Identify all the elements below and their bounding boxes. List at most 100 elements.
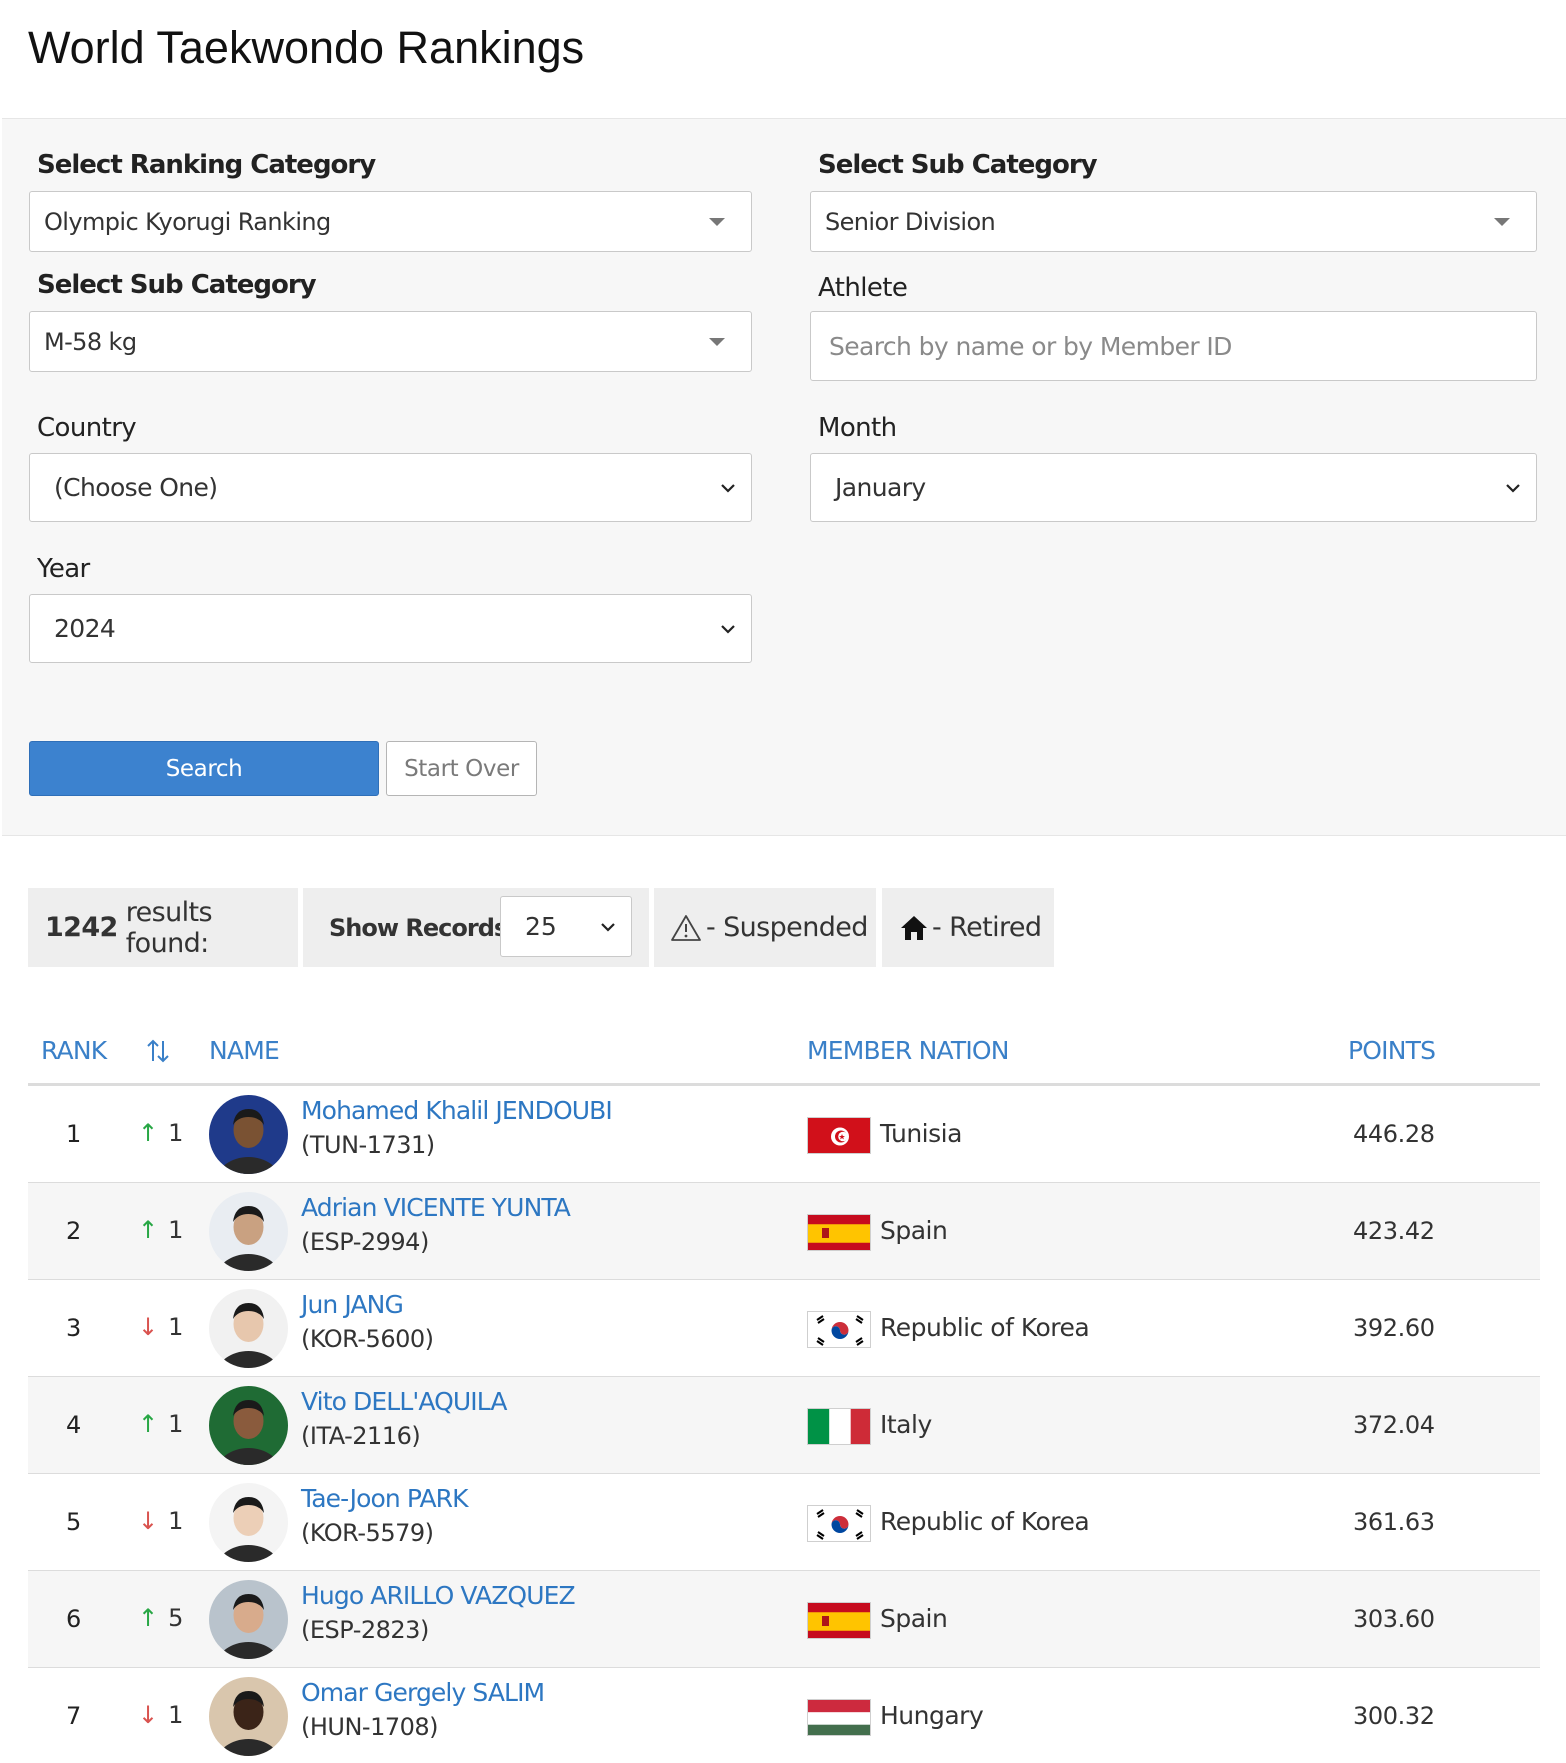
sort-icon[interactable] (145, 1038, 171, 1064)
hungary-flag-icon (807, 1699, 871, 1736)
rank-movement: ↑ 1 (138, 1216, 183, 1244)
home-icon (901, 915, 927, 940)
ranking-category-label: Select Ranking Category (37, 150, 376, 180)
chevron-down-icon (601, 922, 615, 932)
warning-icon (671, 914, 701, 941)
show-records-value: 25 (525, 912, 557, 941)
movement-value: 1 (168, 1701, 184, 1729)
movement-value: 5 (168, 1604, 184, 1632)
table-row: 5 ↓ 1 Tae-Joon PARK (KOR-5579) Republic of Ko… (28, 1474, 1540, 1571)
athlete-photo[interactable] (209, 1386, 288, 1465)
table-row: 7 ↓ 1 Omar Gergely SALIM (HUN-1708) Hungary 30… (28, 1668, 1540, 1763)
retired-label: - Retired (932, 912, 1042, 943)
rank-movement: ↓ 1 (138, 1701, 183, 1729)
ranking-category-select[interactable]: Olympic Kyorugi Ranking (29, 191, 752, 252)
athlete-name-link[interactable]: Tae-Joon PARK (301, 1484, 469, 1513)
table-row: 3 ↓ 1 Jun JANG (KOR-5600) Republic of Korea 39… (28, 1280, 1540, 1377)
movement-value: 1 (168, 1119, 184, 1147)
spain-flag-icon (807, 1602, 871, 1639)
month-label: Month (818, 413, 897, 443)
show-records-label: Show Records: (329, 913, 517, 942)
member-id: (KOR-5600) (301, 1325, 434, 1353)
athlete-name-link[interactable]: Adrian VICENTE YUNTA (301, 1193, 571, 1222)
table-row: 4 ↑ 1 Vito DELL'AQUILA (ITA-2116) Italy 372.04 (28, 1377, 1540, 1474)
member-id: (HUN-1708) (301, 1713, 439, 1741)
arrow-down-icon: ↓ (138, 1313, 159, 1341)
results-text: results found: (125, 896, 213, 959)
member-id: (KOR-5579) (301, 1519, 434, 1547)
athlete-name-link[interactable]: Omar Gergely SALIM (301, 1678, 545, 1707)
month-select[interactable]: January (810, 453, 1537, 522)
chevron-down-icon (721, 483, 735, 493)
rank-value: 3 (66, 1314, 82, 1342)
athlete-photo[interactable] (209, 1580, 288, 1659)
rank-value: 2 (66, 1217, 82, 1245)
tunisia-flag-icon (807, 1117, 871, 1154)
rank-value: 5 (66, 1508, 82, 1536)
member-nation: Republic of Korea (880, 1313, 1090, 1342)
country-select[interactable]: (Choose One) (29, 453, 752, 522)
athlete-photo[interactable] (209, 1483, 288, 1562)
movement-value: 1 (168, 1507, 184, 1535)
arrow-down-icon: ↓ (138, 1701, 159, 1729)
results-count: 1242 (45, 912, 118, 943)
chevron-down-icon (1506, 483, 1520, 493)
athlete-name-link[interactable]: Vito DELL'AQUILA (301, 1387, 507, 1416)
athlete-name-link[interactable]: Hugo ARILLO VAZQUEZ (301, 1581, 576, 1610)
arrow-down-icon: ↓ (138, 1507, 159, 1535)
table-row: 1 ↑ 1 Mohamed Khalil JENDOUBI (TUN-1731) Tuni… (28, 1086, 1540, 1183)
show-records-select[interactable]: 25 (500, 896, 632, 957)
rank-movement: ↓ 1 (138, 1507, 183, 1535)
athlete-name-link[interactable]: Mohamed Khalil JENDOUBI (301, 1096, 613, 1125)
korea-flag-icon (807, 1311, 871, 1348)
division-sub-category-select[interactable]: Senior Division (810, 191, 1537, 252)
suspended-legend: - Suspended (654, 888, 876, 967)
ranking-category-value: Olympic Kyorugi Ranking (44, 207, 331, 236)
member-id: (TUN-1731) (301, 1131, 435, 1159)
points-value: 372.04 (1353, 1411, 1435, 1439)
rank-value: 7 (66, 1702, 82, 1730)
year-select[interactable]: 2024 (29, 594, 752, 663)
caret-down-icon (709, 337, 725, 346)
arrow-up-icon: ↑ (138, 1119, 159, 1147)
rank-column-header[interactable]: RANK (41, 1036, 107, 1065)
year-label: Year (37, 554, 90, 584)
table-row: 2 ↑ 1 Adrian VICENTE YUNTA (ESP-2994) Spain 42… (28, 1183, 1540, 1280)
member-id: (ESP-2823) (301, 1616, 429, 1644)
name-column-header[interactable]: NAME (209, 1036, 280, 1065)
weight-sub-category-select[interactable]: M-58 kg (29, 311, 752, 372)
chevron-down-icon (721, 624, 735, 634)
member-nation: Republic of Korea (880, 1507, 1090, 1536)
table-row: 6 ↑ 5 Hugo ARILLO VAZQUEZ (ESP-2823) Spain 303… (28, 1571, 1540, 1668)
sub-category-1-label: Select Sub Category (818, 150, 1098, 180)
caret-down-icon (1494, 217, 1510, 226)
athlete-photo[interactable] (209, 1677, 288, 1756)
month-value: January (835, 473, 926, 502)
movement-value: 1 (168, 1216, 184, 1244)
athlete-search-input[interactable]: Search by name or by Member ID (810, 311, 1537, 381)
points-value: 303.60 (1353, 1605, 1435, 1633)
search-button[interactable]: Search (29, 741, 379, 796)
athlete-photo[interactable] (209, 1192, 288, 1271)
points-value: 361.63 (1353, 1508, 1435, 1536)
nation-column-header[interactable]: MEMBER NATION (807, 1036, 1009, 1065)
athlete-name-link[interactable]: Jun JANG (301, 1290, 404, 1319)
weight-sub-category-value: M-58 kg (44, 327, 137, 356)
year-value: 2024 (54, 614, 116, 643)
arrow-up-icon: ↑ (138, 1410, 159, 1438)
athlete-search-placeholder: Search by name or by Member ID (829, 331, 1232, 361)
member-nation: Tunisia (880, 1119, 962, 1148)
points-column-header[interactable]: POINTS (1348, 1036, 1436, 1065)
athlete-photo[interactable] (209, 1289, 288, 1368)
athlete-photo[interactable] (209, 1095, 288, 1174)
suspended-label: - Suspended (706, 912, 868, 943)
results-count-box: 1242 results found: (28, 888, 298, 967)
korea-flag-icon (807, 1505, 871, 1542)
rank-value: 4 (66, 1411, 82, 1439)
division-sub-category-value: Senior Division (825, 207, 996, 236)
rank-movement: ↑ 1 (138, 1410, 183, 1438)
member-nation: Italy (880, 1410, 932, 1439)
start-over-button[interactable]: Start Over (386, 741, 537, 796)
member-nation: Hungary (880, 1701, 984, 1730)
page-title: World Taekwondo Rankings (28, 22, 585, 73)
